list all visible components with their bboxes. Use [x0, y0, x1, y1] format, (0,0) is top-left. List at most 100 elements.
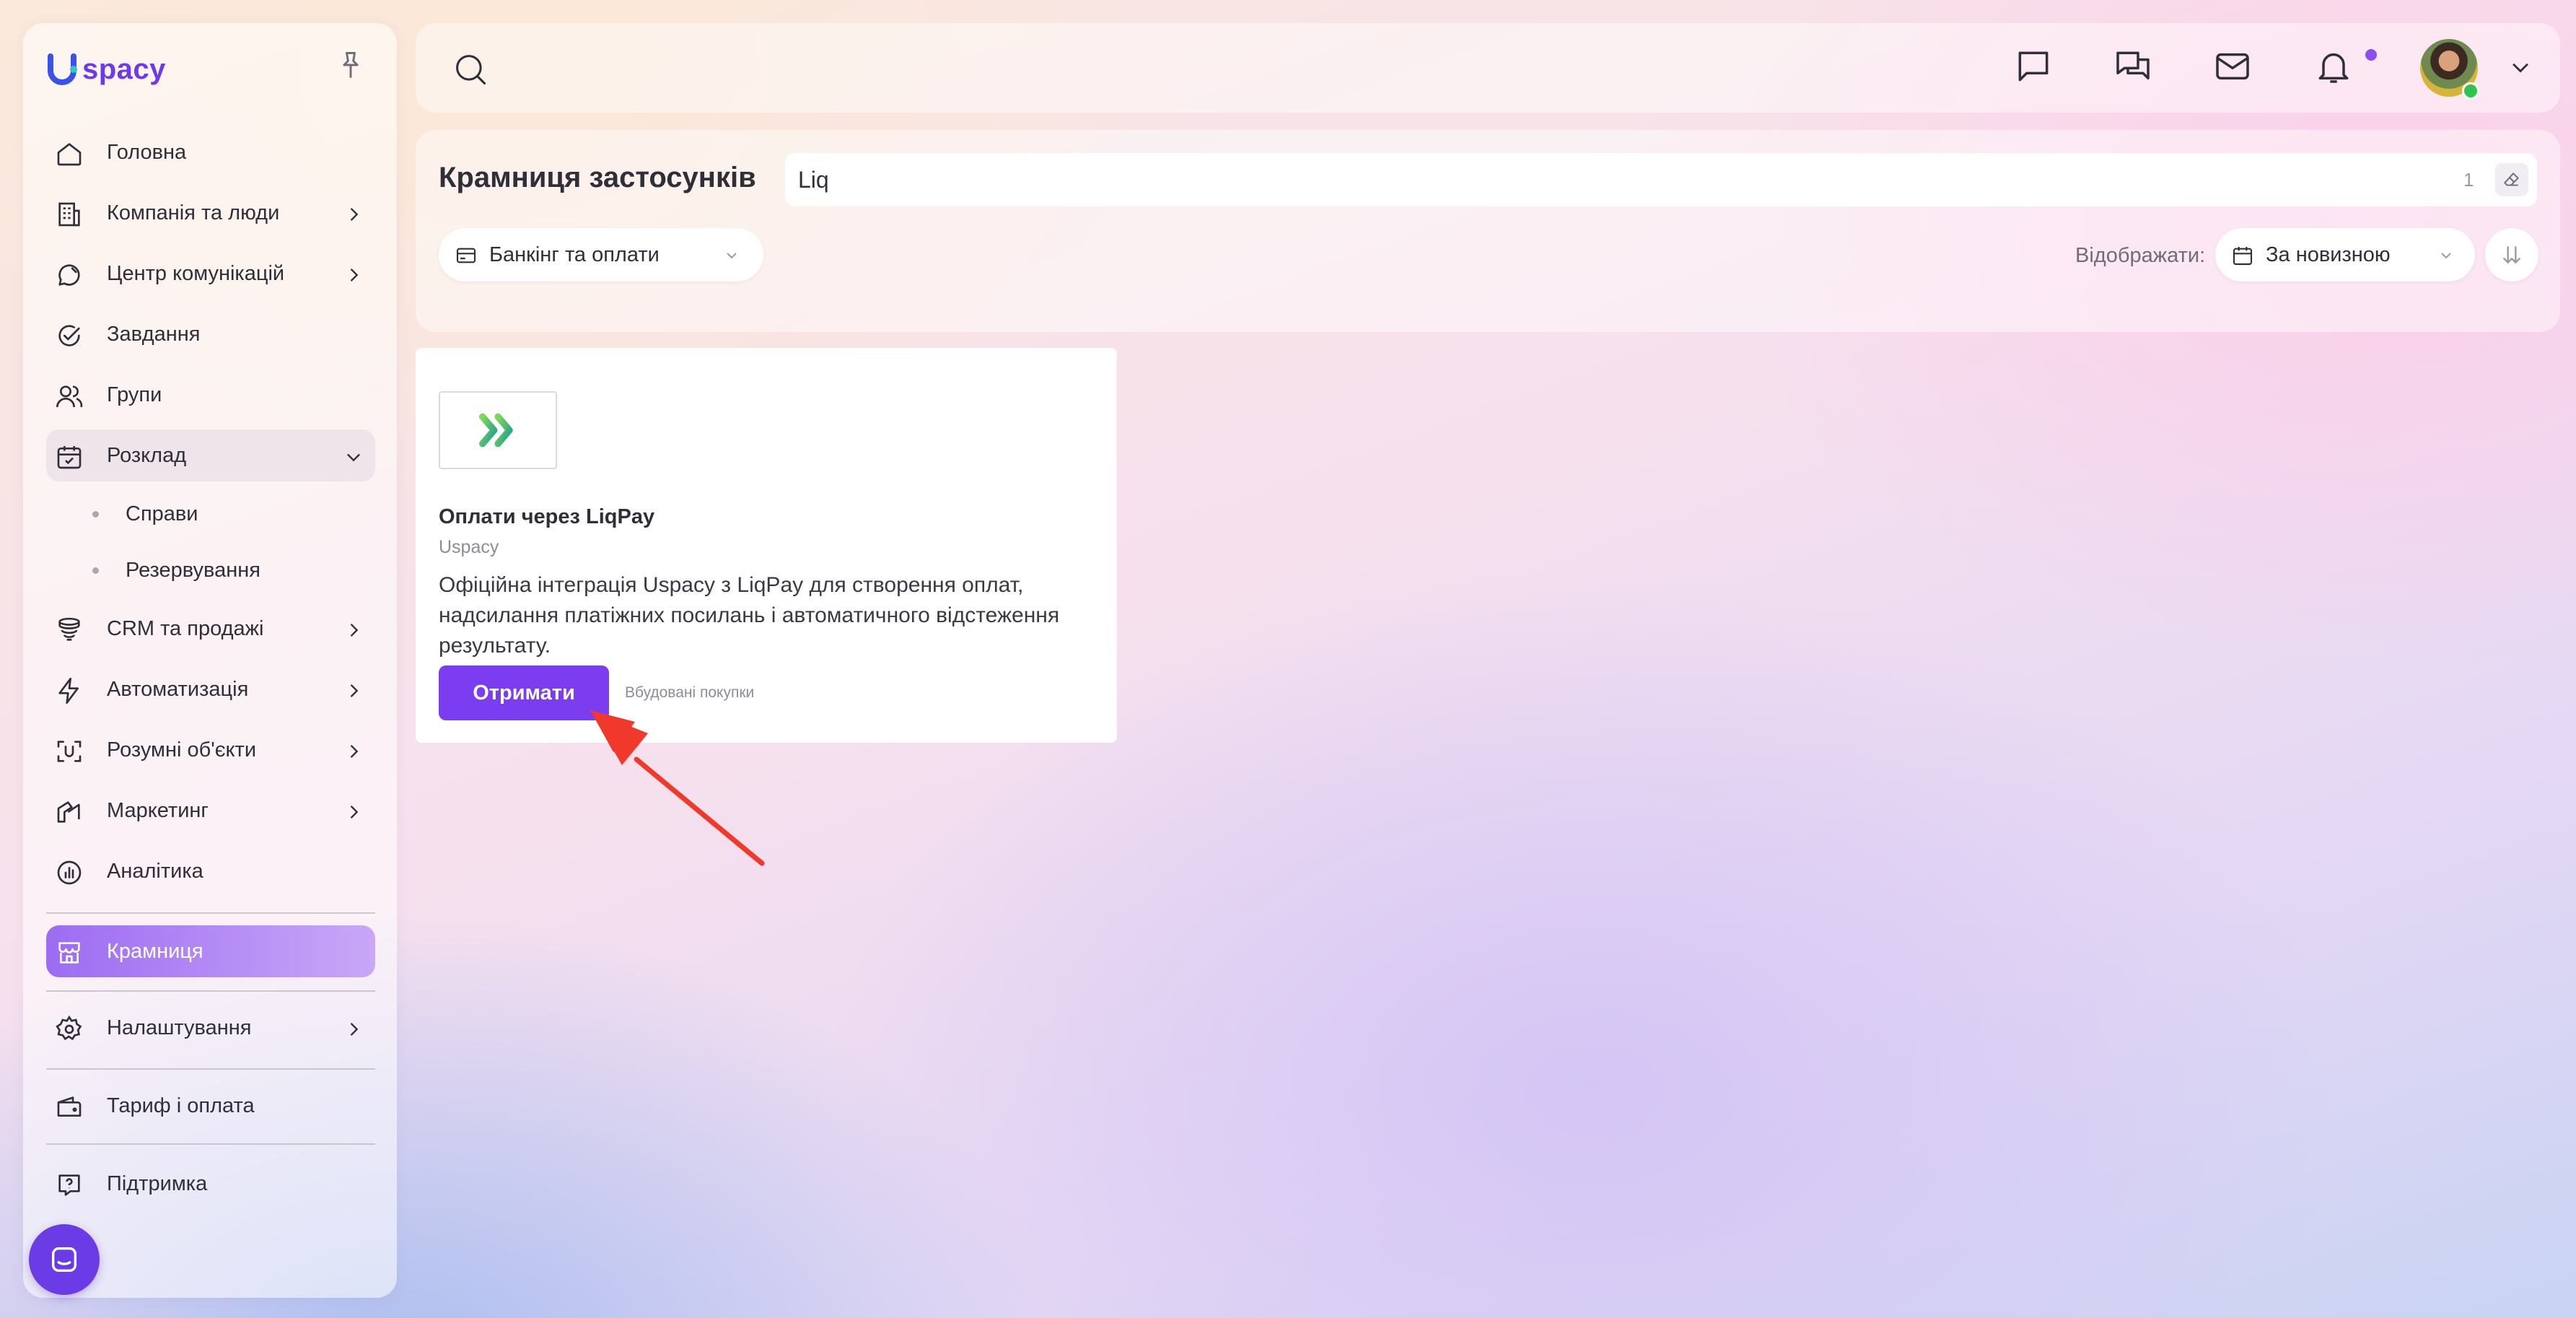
liqpay-chevrons-icon	[479, 413, 513, 448]
sidebar-item-label: Тариф і оплата	[107, 1094, 255, 1117]
app-vendor: Uspacy	[439, 537, 499, 557]
sidebar-item-label: Аналітика	[107, 859, 203, 883]
sidebar-divider	[46, 990, 375, 992]
sidebar-item-crm[interactable]: CRM та продажі	[46, 603, 375, 655]
sidebar-item-label: Підтримка	[107, 1171, 208, 1195]
store-toolbar: Крамниця застосунків 1 Банкінг та оплати…	[416, 130, 2560, 332]
chevron-right-icon	[350, 269, 359, 282]
chevron-right-icon	[350, 624, 359, 637]
topbar	[416, 23, 2560, 113]
sort-select[interactable]: За новизною	[2215, 228, 2475, 282]
sidebar-item-smart-objects[interactable]: Розумні об'єкти	[46, 724, 375, 776]
bell-icon[interactable]	[2313, 46, 2354, 87]
in-app-purchases-tag: Вбудовані покупки	[625, 684, 755, 701]
sidebar-item-label: Розклад	[107, 443, 187, 467]
sidebar-subitem-cases[interactable]: Справи	[46, 491, 375, 537]
sidebar-item-label: Налаштування	[107, 1016, 252, 1039]
mail-icon[interactable]	[2212, 46, 2253, 87]
sidebar-item-schedule[interactable]: Розклад	[46, 429, 375, 481]
sidebar-item-groups[interactable]: Групи	[46, 369, 375, 421]
sidebar-subitem-label: Справи	[126, 502, 198, 525]
app-search-box[interactable]: 1	[785, 153, 2537, 206]
store-icon	[58, 942, 80, 964]
page-title: Крамниця застосунків	[439, 162, 756, 193]
credit-card-icon	[456, 248, 476, 263]
chevron-right-icon	[350, 684, 359, 697]
show-label: Відображати:	[2075, 244, 2206, 267]
sidebar-item-tasks[interactable]: Завдання	[46, 308, 375, 360]
sort-select-value: За новизною	[2266, 243, 2391, 266]
sidebar-item-label: Автоматизація	[107, 677, 249, 701]
chevron-down-icon	[727, 253, 737, 259]
app-card[interactable]: Оплати через LiqPay Uspacy Офіційна інте…	[416, 348, 1117, 743]
wallet-icon	[57, 1096, 82, 1117]
sidebar: spacy Головна Компанія та люди Центр ком…	[23, 23, 397, 1298]
chat-widget-icon	[51, 1247, 77, 1273]
calendar-icon	[2233, 247, 2253, 266]
chevron-down-icon	[2441, 253, 2451, 259]
eraser-icon	[2504, 173, 2519, 186]
chevron-down-icon[interactable]	[2508, 55, 2533, 79]
sidebar-item-label: Завдання	[107, 322, 201, 346]
sort-direction-button[interactable]	[2485, 228, 2538, 282]
group-chat-icon[interactable]	[2113, 46, 2153, 87]
app-logo	[439, 391, 557, 469]
company-icon	[58, 202, 80, 227]
sidebar-item-label: Крамниця	[107, 939, 203, 963]
clear-search-button[interactable]	[2495, 163, 2528, 196]
sidebar-item-company[interactable]: Компанія та люди	[46, 187, 375, 239]
bullet-dot	[92, 511, 99, 518]
tasks-icon	[58, 325, 80, 346]
app-description: Офіційна інтеграція Uspacy з LiqPay для …	[439, 573, 1060, 658]
sidebar-subitem-label: Резервування	[126, 558, 260, 582]
chevron-right-icon	[350, 745, 359, 758]
home-icon	[57, 143, 82, 166]
sidebar-item-settings[interactable]: Налаштування	[46, 1002, 375, 1054]
automation-icon	[58, 678, 79, 704]
sidebar-item-billing[interactable]: Тариф і оплата	[46, 1080, 375, 1132]
sidebar-item-label: Компанія та люди	[107, 201, 280, 224]
chevron-right-icon	[350, 1023, 359, 1036]
search-icon[interactable]	[452, 51, 489, 88]
sidebar-item-store[interactable]: Крамниця	[46, 925, 375, 977]
sidebar-item-label: Центр комунікацій	[107, 261, 285, 285]
uspacy-logo-mark-icon	[48, 53, 77, 85]
sidebar-subitem-reservations[interactable]: Резервування	[46, 547, 375, 593]
chevron-down-icon	[347, 453, 360, 462]
sidebar-item-label: Групи	[107, 383, 162, 406]
chevron-right-icon	[350, 208, 359, 221]
brand-name: spacy	[82, 53, 166, 85]
settings-icon	[56, 1015, 82, 1041]
analytics-icon	[57, 860, 82, 885]
smart-objects-icon	[57, 741, 82, 762]
calendar-icon	[57, 446, 82, 469]
marketing-icon	[57, 801, 80, 823]
app-search-input[interactable]	[797, 160, 2387, 199]
sidebar-item-automation[interactable]: Автоматизація	[46, 663, 375, 715]
sidebar-item-support[interactable]: Підтримка	[46, 1158, 375, 1210]
online-status-dot	[2462, 82, 2479, 100]
app-name: Оплати через LiqPay	[439, 505, 655, 528]
sidebar-item-label: CRM та продажі	[107, 616, 264, 640]
category-filter-select[interactable]: Банкінг та оплати	[439, 228, 763, 282]
communication-icon	[58, 264, 80, 286]
get-app-button[interactable]: Отримати	[439, 665, 609, 720]
sidebar-item-label: Маркетинг	[107, 798, 209, 822]
sidebar-item-label: Головна	[107, 140, 187, 164]
notification-dot	[2365, 49, 2377, 61]
crm-icon	[58, 617, 80, 641]
sidebar-item-analytics[interactable]: Аналітика	[46, 845, 375, 897]
support-chat-button[interactable]	[29, 1224, 100, 1295]
category-filter-value: Банкінг та оплати	[489, 243, 660, 266]
sidebar-item-home[interactable]: Головна	[46, 126, 375, 178]
sidebar-item-marketing[interactable]: Маркетинг	[46, 785, 375, 837]
uspacy-logo[interactable]: spacy	[46, 52, 166, 87]
sidebar-item-communication[interactable]: Центр комунікацій	[46, 248, 375, 300]
sort-descending-icon	[2503, 246, 2520, 264]
sidebar-divider	[46, 1068, 375, 1070]
chat-icon[interactable]	[2013, 46, 2054, 87]
sidebar-divider	[46, 912, 375, 914]
sidebar-item-label: Розумні об'єкти	[107, 738, 257, 761]
pin-icon[interactable]	[335, 49, 367, 81]
sidebar-divider	[46, 1143, 375, 1145]
